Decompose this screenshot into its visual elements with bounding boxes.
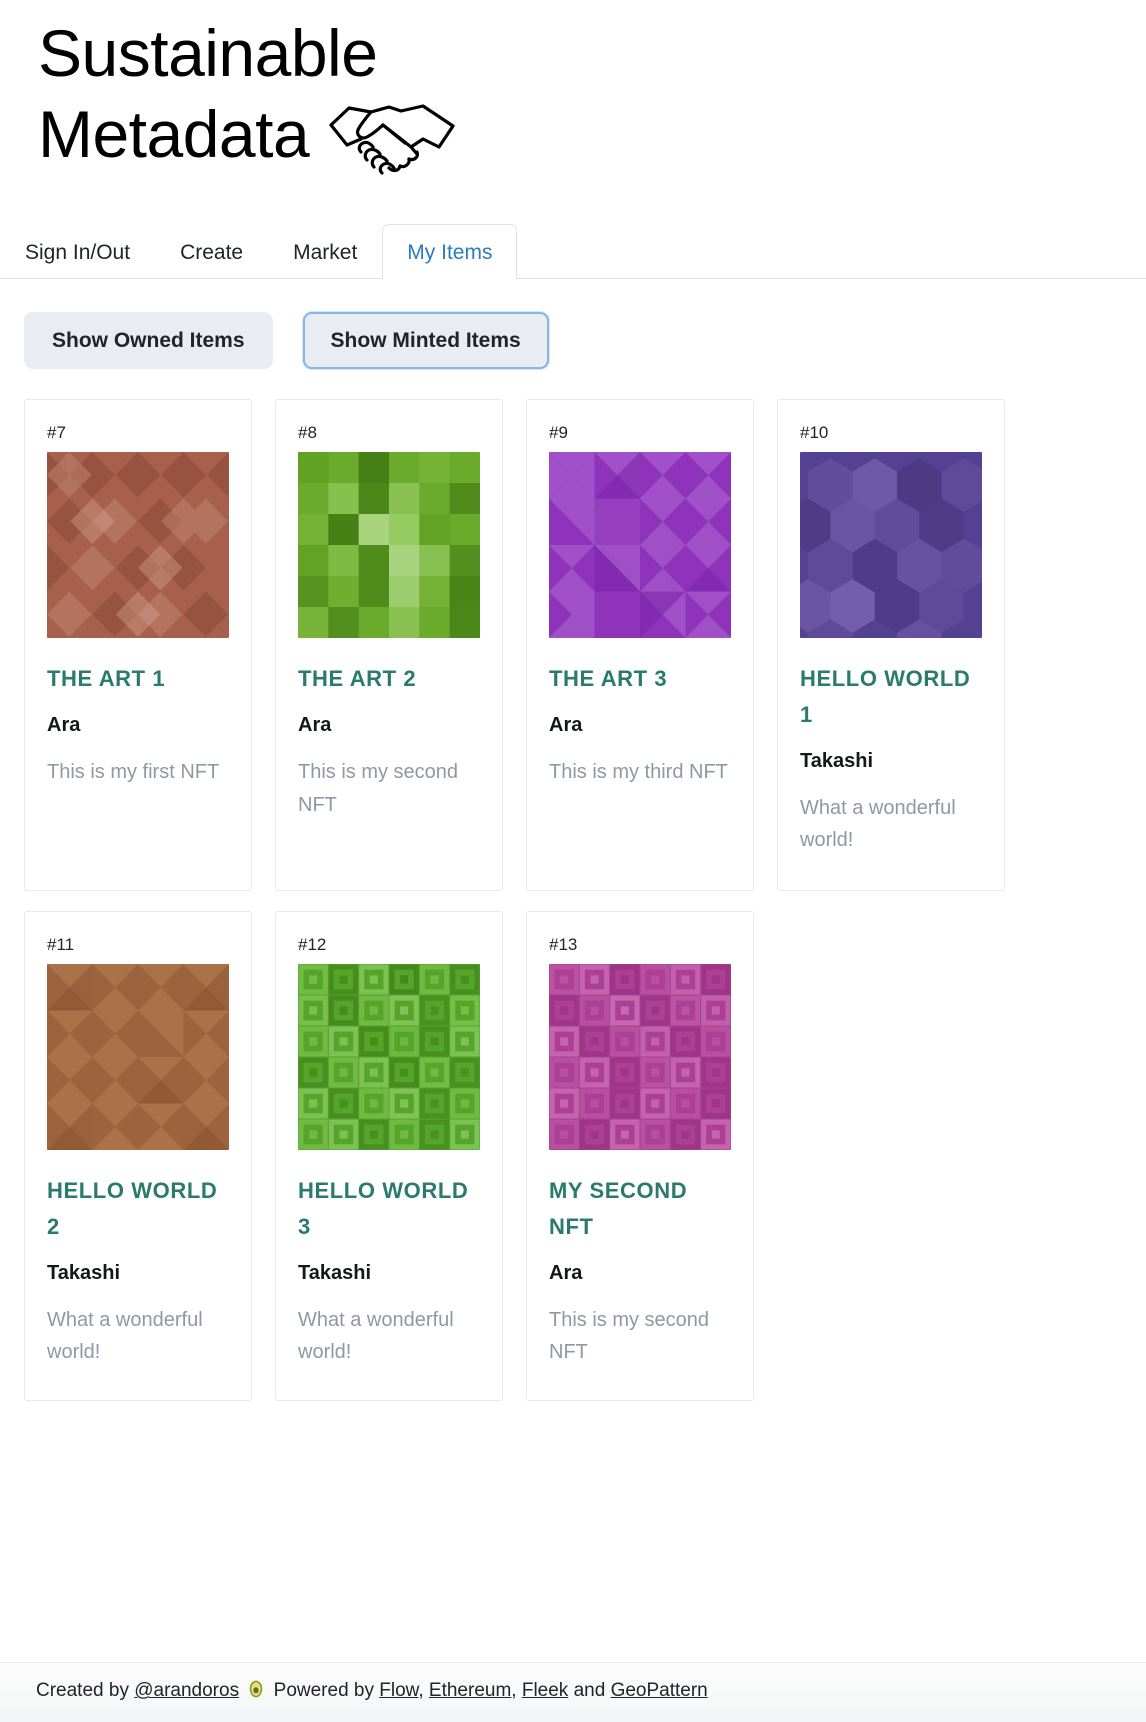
nft-id: #13 [549,935,578,955]
nft-description: This is my second NFT [298,761,459,816]
nft-owner: Takashi [47,1261,120,1284]
nft-id: #12 [298,935,327,955]
nft-card[interactable]: #11 HELLO WORLD 2 Takashi What a wonderf… [24,911,252,1402]
nft-card[interactable]: #12 HELLO WORLD 3 Takashi What a wonderf… [275,911,503,1402]
nft-thumbnail-mosaic-squares [549,452,731,639]
footer-created-by-label: Created by [36,1680,129,1702]
nft-title: THE ART 3 [549,666,668,692]
nft-description: What a wonderful world! [800,796,956,852]
nft-thumbnail-mosaic-squares [47,964,229,1151]
nft-description: This is my third NFT [549,761,728,784]
nft-title: HELLO WORLD 1 [800,666,971,728]
footer-flow-link[interactable]: Flow [379,1680,418,1701]
footer-powered-by-label: Powered by [273,1680,374,1702]
site-header: Sustainable Metadata [0,0,1146,179]
nft-owner: Ara [549,714,583,737]
tab-sign-in-out[interactable]: Sign In/Out [0,224,155,279]
filter-button-group: Show Owned Items Show Minted Items [0,279,1146,370]
nft-owner: Ara [549,1261,583,1284]
brand-logo: Sustainable Metadata [38,16,598,179]
tab-my-items[interactable]: My Items [382,223,518,280]
footer-author-link[interactable]: @arandoros [134,1680,239,1701]
nft-card[interactable]: #9 THE ART 3 Ara This is my third NFT [526,399,754,892]
nft-title: THE ART 1 [47,666,166,692]
nft-description: This is my first NFT [47,761,220,784]
show-owned-items-button[interactable]: Show Owned Items [24,312,273,370]
nft-thumbnail-concentric-squares [298,964,480,1151]
footer-ethereum-link[interactable]: Ethereum [429,1680,511,1701]
footer-geopattern-link[interactable]: GeoPattern [611,1680,708,1701]
footer-separator-2: , [511,1680,517,1702]
show-minted-items-button[interactable]: Show Minted Items [302,312,549,370]
main-tabs: Sign In/Out Create Market My Items [0,221,1146,280]
nft-thumbnail-concentric-squares [549,964,731,1151]
nft-title: MY SECOND NFT [549,1178,688,1240]
nft-title: THE ART 2 [298,666,417,692]
nft-thumbnail-hexagons [800,452,982,639]
tab-create[interactable]: Create [155,224,268,279]
nft-description: What a wonderful world! [298,1308,454,1364]
nft-id: #7 [47,423,66,443]
nft-description: What a wonderful world! [47,1308,203,1364]
nft-card[interactable]: #8 THE ART 2 Ara This is my second NFT [275,399,503,892]
handshake-icon [327,95,457,179]
nft-id: #11 [47,935,75,955]
site-footer: Created by @arandoros Powered by Flow, E… [0,1662,1146,1722]
nft-owner: Ara [298,714,332,737]
nft-title: HELLO WORLD 3 [298,1178,469,1240]
nft-card[interactable]: #13 MY SECOND NFT Ara This is my second … [526,911,754,1402]
nft-id: #8 [298,423,317,443]
nft-owner: Takashi [800,749,873,772]
nft-thumbnail-plaid-squares [298,452,480,639]
footer-separator-1: , [418,1680,424,1702]
brand-line-2: Metadata [38,96,310,171]
brand-line-1: Sustainable [38,16,378,90]
nft-id: #10 [800,423,829,443]
nft-title: HELLO WORLD 2 [47,1178,218,1240]
nft-card[interactable]: #7 THE ART 1 Ara This is my first NFT [24,399,252,892]
nft-owner: Ara [47,714,81,737]
nft-id: #9 [549,423,568,443]
tab-market[interactable]: Market [268,224,382,279]
footer-and-label: and [573,1680,606,1702]
nft-owner: Takashi [298,1261,371,1284]
nft-card-grid: #7 THE ART 1 Ara This is my first NFT #8… [0,369,1146,1402]
avocado-emoji [246,1679,266,1708]
nft-card[interactable]: #10 HELLO WORLD 1 Takashi What a wonderf… [777,399,1005,892]
nft-description: This is my second NFT [549,1308,710,1364]
nft-thumbnail-diamonds [47,452,229,639]
footer-fleek-link[interactable]: Fleek [522,1680,568,1701]
